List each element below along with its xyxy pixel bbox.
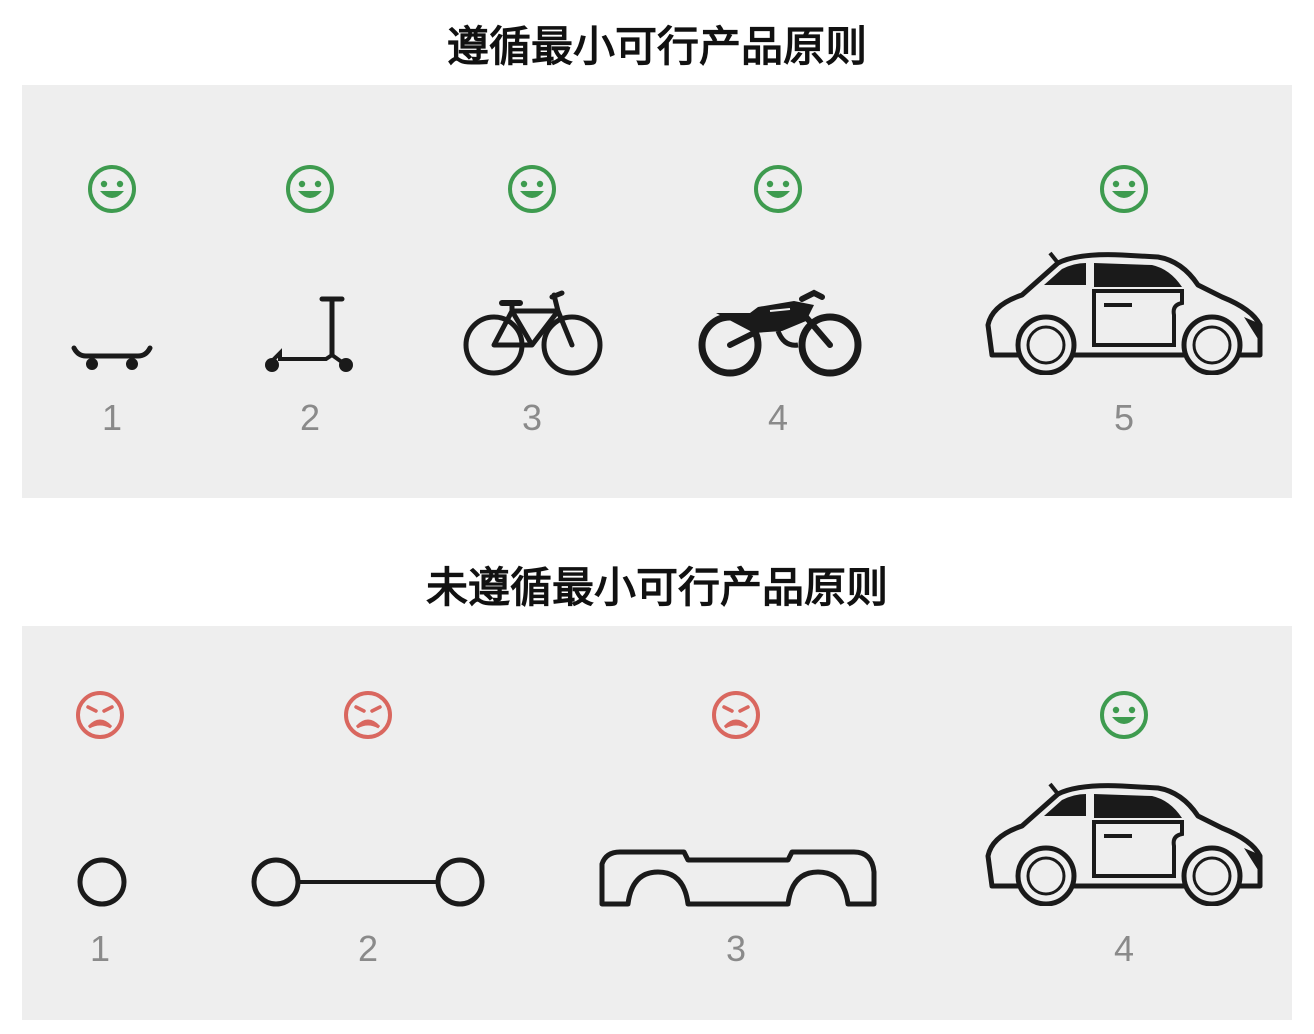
panel-not-follow: 1 2 3 4	[22, 626, 1292, 1020]
step-number: 1	[101, 397, 123, 438]
skateboard-icon	[71, 345, 153, 370]
bicycle-icon	[463, 290, 603, 376]
happy-face-icon	[1100, 691, 1148, 739]
car-icon	[985, 251, 1263, 375]
happy-face-icon	[508, 165, 556, 213]
happy-face-icon	[754, 165, 802, 213]
sad-face-icon	[344, 691, 392, 739]
sad-face-icon	[76, 691, 124, 739]
section-title-follow: 遵循最小可行产品原则	[446, 22, 867, 71]
step-number: 2	[357, 928, 379, 969]
step-number: 3	[725, 928, 747, 969]
scooter-icon	[265, 296, 353, 372]
step-number: 5	[1113, 397, 1135, 438]
happy-face-icon	[1100, 165, 1148, 213]
chassis-icon	[599, 849, 877, 907]
sad-face-icon	[712, 691, 760, 739]
step-number: 4	[1113, 928, 1135, 969]
step-number: 2	[299, 397, 321, 438]
happy-face-icon	[286, 165, 334, 213]
step-number: 3	[521, 397, 543, 438]
car-icon	[985, 782, 1263, 906]
panel-follow: 1 2 3 4 5	[22, 85, 1292, 498]
wheel-icon	[77, 857, 127, 907]
motorcycle-icon	[698, 289, 862, 377]
section-title-not-follow: 未遵循最小可行产品原则	[425, 563, 888, 612]
axle-icon	[251, 857, 485, 907]
step-number: 4	[767, 397, 789, 438]
happy-face-icon	[88, 165, 136, 213]
step-number: 1	[89, 928, 111, 969]
